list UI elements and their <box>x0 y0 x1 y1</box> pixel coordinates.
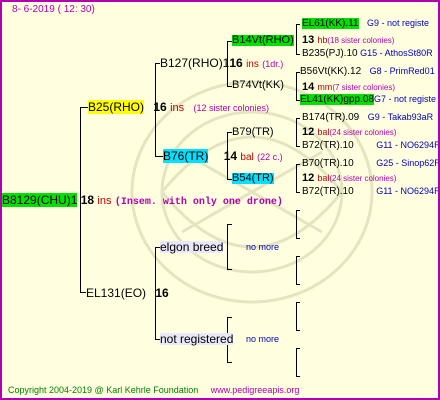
gen3-b127-row: B127(RHO)116 ins (1dr.) <box>160 57 283 70</box>
gen5-id[interactable]: B72(TR).10 <box>302 186 354 197</box>
mother-year: 16 <box>153 100 167 114</box>
gen5-id[interactable]: B72(TR).10 <box>302 140 354 151</box>
gen5-link[interactable]: G9 - not registe <box>367 18 429 28</box>
footer: Copyright 2004-2019 @ Karl Kehrle Founda… <box>8 386 299 395</box>
gen4-b14vt-year: 13 <box>302 34 315 46</box>
root-note: (Insem. with only one drone) <box>114 197 283 208</box>
gen5-row: B56Vt(KK).12 G8 - PrimRed01 <box>300 67 435 77</box>
gen4-b14vt-note: (18 sister colonies) <box>327 36 395 45</box>
footer-copyright: Copyright 2004-2019 @ Karl Kehrle Founda… <box>8 385 199 395</box>
gen5-row: B70(TR).10 G25 - Sinop62R <box>302 158 438 169</box>
gen5-row: B72(TR).10 G11 - NO6294R <box>302 140 438 151</box>
gen4-b74vt-id[interactable]: B74Vt(KK) <box>232 80 284 91</box>
gen4-b54-note: (24 sister colonies) <box>329 174 397 183</box>
mother-id[interactable]: B25(RHO) <box>88 100 145 114</box>
gen4-b79-year: 12 <box>302 126 315 138</box>
gen4-b74vt-row: 14 mm(7 sister colonies) <box>302 82 395 93</box>
gen3-b76-ins: bal <box>240 152 254 163</box>
gen4-b54-row: 12 bal(24 sister colonies) <box>302 173 396 184</box>
pedigree-frame: 8- 6-2019 ( 12: 30) B8129(CHU)1 18 ins (… <box>0 0 440 400</box>
gen3-b127-id[interactable]: B127(RHO)1 <box>160 56 229 70</box>
gen3-elgon-more: no more <box>246 242 280 252</box>
gen4-b79-row: 12 bal(24 sister colonies) <box>302 127 396 138</box>
gen3-b76-id[interactable]: B76(TR) <box>163 149 209 163</box>
gen4-b54-ins: bal <box>317 173 330 183</box>
footer-site-link[interactable]: www.pedigreeapis.org <box>211 385 300 395</box>
drone-father-id[interactable]: EL131(EO) <box>86 286 146 300</box>
gen4-b79-note: (24 sister colonies) <box>329 128 397 137</box>
mother-note: (12 sister colonies) <box>193 103 269 113</box>
gen5-link[interactable]: G11 - NO6294R <box>376 140 438 150</box>
gen3-b76-year: 14 <box>223 149 238 163</box>
gen5-link[interactable]: G9 - Takab93aR <box>368 112 433 122</box>
gen3-b127-year: 16 <box>229 56 243 70</box>
mother-row: B25(RHO) 16 ins (12 sister colonies) <box>88 100 269 114</box>
gen5-id[interactable]: B56Vt(KK).12 <box>300 66 361 77</box>
print-date: 8- 6-2019 ( 12: 30) <box>12 4 95 15</box>
gen4-b79-id[interactable]: B79(TR) <box>232 127 274 138</box>
mother-ins: ins <box>170 102 185 114</box>
gen3-notreg-id[interactable]: not registered <box>160 333 234 345</box>
drone-father-year: 16 <box>155 286 169 300</box>
gen4-b54-id[interactable]: B54(TR) <box>232 173 274 184</box>
gen4-b14vt-row: 13 hb(18 sister colonies) <box>302 35 394 46</box>
root-queen-id[interactable]: B8129(CHU)1 <box>2 193 78 207</box>
root-queen-row: B8129(CHU)1 18 ins (Insem. with only one… <box>2 193 283 208</box>
gen5-link[interactable]: G11 - NO6294R <box>376 186 438 196</box>
gen5-row: B174(TR).09 G9 - Takab93aR <box>302 113 433 123</box>
gen4-b74vt-year: 14 <box>302 81 315 93</box>
gen3-b127-ins: ins <box>246 59 259 70</box>
gen5-id[interactable]: B174(TR).09 <box>302 112 359 123</box>
gen4-b74vt-ins: mm <box>317 82 333 92</box>
gen5-row: B72(TR).10 G11 - NO6294R <box>302 186 438 197</box>
gen5-row: EL41(KK)gpp.08G7 - not registe <box>300 94 436 105</box>
gen4-b74vt-note: (7 sister colonies) <box>332 83 395 92</box>
root-year: 18 <box>80 193 95 207</box>
gen4-b79-ins: bal <box>317 127 330 137</box>
gen4-b14vt-ins: hb <box>317 35 328 45</box>
gen3-notreg-more: no more <box>246 334 280 344</box>
gen5-id[interactable]: EL41(KK)gpp.08 <box>300 94 374 105</box>
gen3-b76-note: (22 c.) <box>257 152 283 162</box>
gen5-id[interactable]: B70(TR).10 <box>302 158 354 169</box>
gen5-link[interactable]: G8 - PrimRed01 <box>370 66 435 76</box>
gen5-link[interactable]: G7 - not registe <box>374 94 436 104</box>
gen5-link[interactable]: G15 - AthosSt80R <box>360 48 433 58</box>
gen5-id[interactable]: B235(PJ).10 <box>302 48 358 59</box>
gen5-link[interactable]: G25 - Sinop62R <box>376 158 438 168</box>
gen5-id[interactable]: EL61(KK).11 <box>302 18 359 29</box>
root-ins: ins <box>97 195 112 207</box>
gen5-row: B235(PJ).10 G15 - AthosSt80R <box>302 49 433 59</box>
drone-father-row: EL131(EO) 16 <box>86 287 169 299</box>
gen4-b54-year: 12 <box>302 172 315 184</box>
gen4-b14vt-id[interactable]: B14Vt(RHO) <box>232 35 294 46</box>
gen3-b127-note: (1dr.) <box>262 59 284 69</box>
gen3-b76-row: B76(TR) 14 bal (22 c.) <box>163 149 283 163</box>
gen5-row: EL61(KK).11 G9 - not registe <box>302 18 429 29</box>
gen3-elgon-id[interactable]: elgon breed <box>160 241 224 253</box>
